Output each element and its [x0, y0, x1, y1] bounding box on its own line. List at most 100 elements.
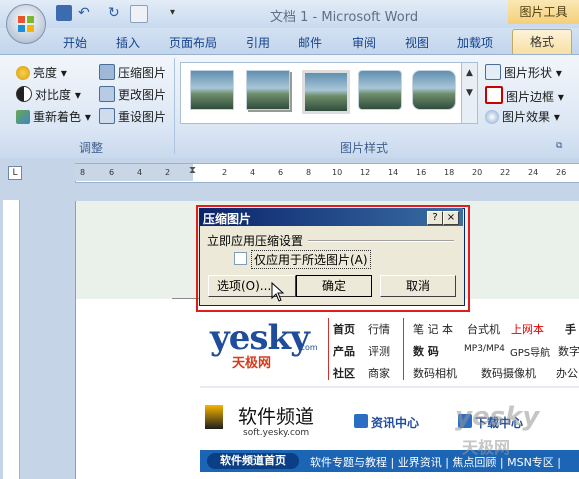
contrast-button[interactable]: 对比度 ▾ — [16, 86, 81, 103]
tab-format[interactable]: 格式 — [512, 29, 572, 55]
mouse-cursor-icon — [271, 282, 285, 302]
redo-icon[interactable]: ↻ — [108, 5, 124, 21]
ruler-tick: 6 — [278, 168, 284, 177]
nav-link[interactable]: 数 码 — [413, 343, 439, 359]
tab-home[interactable]: 开始 — [63, 34, 87, 51]
nav-link[interactable]: MP3/MP4 — [464, 344, 505, 354]
ruler-tick: 4 — [250, 168, 256, 177]
brightness-icon — [16, 66, 30, 80]
picture-shape-button[interactable]: 图片形状 ▾ — [485, 64, 562, 81]
close-button[interactable]: × — [443, 211, 459, 225]
cancel-button[interactable]: 取消 — [380, 275, 456, 297]
brightness-button[interactable]: 亮度 ▾ — [16, 64, 67, 81]
tab-selector-icon[interactable]: L — [8, 166, 22, 180]
tab-references[interactable]: 引用 — [246, 34, 270, 51]
ok-button[interactable]: 确定 — [296, 275, 372, 297]
watermark-cn: 天极网 — [462, 438, 511, 457]
nav-link[interactable]: 数码相机 — [413, 365, 457, 381]
nav-divider — [403, 318, 404, 380]
group-separator — [174, 58, 175, 154]
style-thumbnail[interactable] — [412, 70, 456, 110]
nav-items[interactable]: 软件专题与教程 | 业界资讯 | 焦点回顾 | MSN专区 | — [310, 454, 561, 470]
style-thumbnail[interactable] — [358, 70, 402, 110]
nav-link[interactable]: 笔 记 本 — [413, 321, 453, 337]
ruler-tick: 2 — [222, 168, 228, 177]
ruler-tick: 14 — [388, 168, 399, 177]
tab-insert[interactable]: 插入 — [116, 34, 140, 51]
ruler-tick: 12 — [360, 168, 371, 177]
window-title: 文档 1 - Microsoft Word — [270, 10, 419, 25]
undo-icon[interactable]: ↶ — [78, 5, 94, 21]
picture-effects-button[interactable]: 图片效果 ▾ — [485, 108, 560, 125]
dialog-title-bar[interactable]: 压缩图片 — [199, 208, 463, 226]
tab-add-ins[interactable]: 加载项 — [457, 34, 493, 51]
ruler-tick: 10 — [332, 168, 343, 177]
checkbox-label[interactable]: 仅应用于所选图片(A) — [251, 250, 371, 269]
nav-link[interactable]: 办公 — [556, 365, 578, 381]
nav-link[interactable]: 数码摄像机 — [481, 365, 536, 381]
channel-url: soft.yesky.com — [243, 428, 310, 438]
ruler-tick: 4 — [137, 168, 143, 177]
tab-view[interactable]: 视图 — [405, 34, 429, 51]
help-button[interactable]: ? — [427, 211, 443, 225]
reset-picture-button[interactable]: 重设图片 — [99, 108, 166, 125]
indent-marker-icon[interactable]: ⧗ — [189, 165, 196, 176]
nav-link[interactable]: 首页 — [333, 321, 355, 337]
ruler-tick: 18 — [444, 168, 455, 177]
vertical-ruler[interactable] — [3, 200, 20, 479]
nav-link[interactable]: 手 — [565, 321, 576, 337]
ruler-tick: 2 — [165, 168, 171, 177]
news-center-link[interactable]: 资讯中心 — [371, 414, 419, 431]
print-preview-icon[interactable] — [130, 5, 148, 23]
yesky-logo-cn: 天极网 — [232, 356, 272, 371]
recolor-button[interactable]: 重新着色 ▾ — [16, 108, 91, 125]
group-label-adjust: 调整 — [79, 141, 104, 155]
section-divider — [308, 240, 454, 241]
scroll-up-icon[interactable]: ▲ — [462, 63, 477, 83]
nav-link[interactable]: GPS导航 — [510, 344, 550, 359]
nav-link[interactable]: 社区 — [333, 365, 355, 381]
nav-link[interactable]: 上网本 — [511, 321, 544, 337]
compress-pictures-button[interactable]: 压缩图片 — [99, 64, 166, 81]
nav-divider — [328, 318, 329, 380]
tab-page-layout[interactable]: 页面布局 — [169, 34, 217, 51]
contrast-icon — [16, 86, 32, 102]
nav-home-link[interactable]: 软件频道首页 — [207, 453, 299, 469]
recolor-icon — [16, 110, 30, 124]
nav-link[interactable]: 数字 — [558, 343, 579, 359]
apply-selected-checkbox[interactable] — [234, 252, 247, 265]
picture-effects-icon — [485, 110, 499, 124]
nav-link[interactable]: 商家 — [368, 365, 390, 381]
save-icon[interactable] — [56, 5, 72, 21]
group-label-picture-styles: 图片样式 — [340, 141, 389, 155]
ruler-tick: 22 — [500, 168, 511, 177]
compress-icon — [99, 64, 115, 80]
nav-link[interactable]: 台式机 — [467, 321, 500, 337]
nav-link[interactable]: 行情 — [368, 321, 390, 337]
tab-review[interactable]: 审阅 — [352, 34, 376, 51]
office-logo-icon — [18, 16, 34, 32]
style-thumbnail[interactable] — [302, 70, 350, 114]
dialog-title: 压缩图片 — [203, 212, 252, 226]
ruler-margin — [75, 164, 193, 181]
section-heading: 立即应用压缩设置 — [207, 234, 304, 248]
nav-link[interactable]: 产品 — [333, 343, 355, 359]
ruler-tick: 20 — [472, 168, 483, 177]
tab-mailings[interactable]: 邮件 — [298, 34, 322, 51]
ruler-tick: 6 — [109, 168, 115, 177]
style-thumbnail[interactable] — [246, 70, 290, 110]
scroll-down-icon[interactable]: ▼ — [462, 83, 477, 103]
change-picture-button[interactable]: 更改图片 — [99, 86, 166, 103]
gallery-scrollbar[interactable]: ▲ ▼ — [461, 62, 478, 124]
ruler-tick: 26 — [556, 168, 567, 177]
dialog-launcher-icon[interactable]: ⧉ — [556, 141, 562, 151]
nav-link[interactable]: 评测 — [368, 343, 390, 359]
office-button[interactable] — [6, 4, 46, 44]
picture-border-button[interactable]: 图片边框 ▾ — [485, 86, 564, 105]
header-divider — [200, 386, 579, 388]
watermark: yesky — [455, 402, 540, 432]
yesky-logo-com: .com — [298, 343, 318, 352]
customize-qat-icon[interactable]: ▾ — [170, 5, 186, 21]
picture-shape-icon — [485, 64, 501, 80]
style-thumbnail[interactable] — [190, 70, 234, 110]
